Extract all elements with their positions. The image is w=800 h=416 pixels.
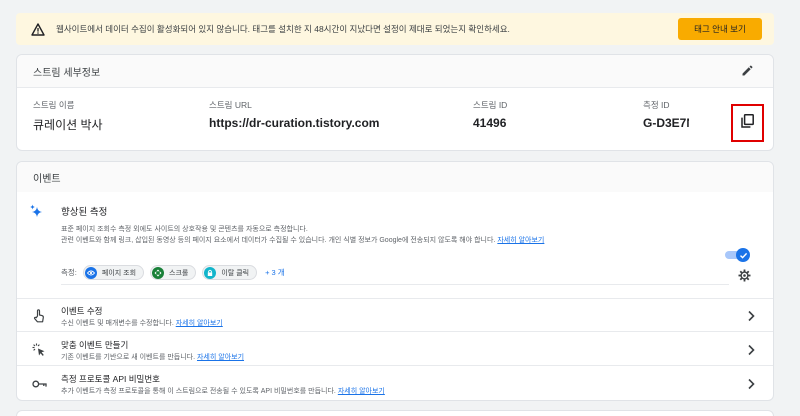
page-view-chip: 페이지 조회 xyxy=(82,265,145,280)
measurement-id-field: 측정 ID G-D3E7N xyxy=(643,99,689,130)
key-icon xyxy=(31,376,47,392)
more-events-link[interactable]: + 3 개 xyxy=(265,267,285,278)
measurement-id-label: 측정 ID xyxy=(643,100,670,110)
measurement-protocol-title: 측정 프로토콜 API 비밀번호 xyxy=(61,374,160,384)
view-tag-instructions-button[interactable]: 태그 안내 보기 xyxy=(678,18,762,40)
stream-id-value: 41496 xyxy=(473,116,507,130)
eye-icon xyxy=(84,266,97,279)
stream-details-header: 스트림 세부정보 xyxy=(17,55,773,88)
outbound-click-chip: 이탈 클릭 xyxy=(202,265,258,280)
events-title: 이벤트 xyxy=(33,173,61,185)
warning-icon xyxy=(30,21,46,37)
events-card: 이벤트 향상된 측정 표준 페이지 조회수 측정 외에도 사이트의 상호작용 및… xyxy=(16,161,774,401)
scroll-chip: 스크롤 xyxy=(150,265,197,280)
sparkle-click-icon xyxy=(31,342,47,358)
enhanced-measurement-toggle[interactable] xyxy=(725,248,750,262)
modify-events-description: 수신 이벤트 및 매개변수를 수정합니다. 자세히 알아보기 xyxy=(61,318,223,328)
lock-link-icon xyxy=(204,266,217,279)
chevron-right-icon xyxy=(745,343,757,357)
setup-warning-banner: 웹사이트에서 데이터 수집이 활성화되어 있지 않습니다. 태그를 설치한 지 … xyxy=(16,13,774,45)
measure-label: 측정: xyxy=(61,268,77,277)
create-custom-event-description: 기존 이벤트를 기반으로 새 이벤트를 만듭니다. 자세히 알아보기 xyxy=(61,352,244,362)
stream-name-value: 큐레이션 박사 xyxy=(33,118,103,132)
events-header: 이벤트 xyxy=(17,162,773,192)
measurement-protocol-row[interactable]: 측정 프로토콜 API 비밀번호 추가 이벤트가 측정 프로토콜을 통해 이 스… xyxy=(17,367,773,400)
learn-more-link[interactable]: 자세히 알아보기 xyxy=(497,237,544,244)
enhanced-measurement-title: 향상된 측정 xyxy=(61,207,108,218)
toggle-knob xyxy=(736,248,750,262)
measurement-id-value: G-D3E7N xyxy=(643,116,689,130)
page-view-chip-label: 페이지 조회 xyxy=(101,269,137,277)
measured-events-chips: 측정: 페이지 조회 스크롤 이탈 클릭 + 3 개 xyxy=(61,265,285,280)
next-section-card xyxy=(16,410,774,416)
scroll-arrows-icon xyxy=(152,266,165,279)
section-divider xyxy=(61,284,729,285)
chevron-right-icon xyxy=(745,309,757,323)
modify-events-desc-text: 수신 이벤트 및 매개변수를 수정합니다. xyxy=(61,320,174,327)
copy-icon xyxy=(741,113,754,133)
description-line-1: 표준 페이지 조회수 측정 외에도 사이트의 상호작용 및 콘텐츠를 자동으로 … xyxy=(61,226,308,233)
stream-details-title: 스트림 세부정보 xyxy=(33,67,101,79)
stream-details-card: 스트림 세부정보 스트림 이름 큐레이션 박사 스트림 URL https://… xyxy=(16,54,774,151)
touch-icon xyxy=(31,308,47,324)
sparkle-icon xyxy=(29,204,45,225)
outbound-click-chip-label: 이탈 클릭 xyxy=(221,269,250,277)
edit-icon[interactable] xyxy=(737,61,757,81)
modify-events-learn-more-link[interactable]: 자세히 알아보기 xyxy=(176,320,223,327)
gear-icon[interactable] xyxy=(734,265,754,285)
modify-events-title: 이벤트 수정 xyxy=(61,306,103,316)
measurement-protocol-desc-text: 추가 이벤트가 측정 프로토콜을 통해 이 스트림으로 전송될 수 있도록 AP… xyxy=(61,388,336,395)
stream-url-field: 스트림 URL https://dr-curation.tistory.com xyxy=(209,99,379,130)
banner-message: 웹사이트에서 데이터 수집이 활성화되어 있지 않습니다. 태그를 설치한 지 … xyxy=(56,24,510,34)
scroll-chip-label: 스크롤 xyxy=(169,269,189,277)
enhanced-measurement-description: 표준 페이지 조회수 측정 외에도 사이트의 상호작용 및 콘텐츠를 자동으로 … xyxy=(61,224,544,246)
create-custom-event-learn-more-link[interactable]: 자세히 알아보기 xyxy=(197,354,244,361)
create-custom-event-row[interactable]: 맞춤 이벤트 만들기 기존 이벤트를 기반으로 새 이벤트를 만듭니다. 자세히… xyxy=(17,333,773,366)
chevron-right-icon xyxy=(745,377,757,391)
measurement-protocol-description: 추가 이벤트가 측정 프로토콜을 통해 이 스트림으로 전송될 수 있도록 AP… xyxy=(61,386,385,396)
create-custom-event-desc-text: 기존 이벤트를 기반으로 새 이벤트를 만듭니다. xyxy=(61,354,196,361)
stream-name-field: 스트림 이름 큐레이션 박사 xyxy=(33,99,103,133)
create-custom-event-title: 맞춤 이벤트 만들기 xyxy=(61,340,129,350)
stream-id-field: 스트림 ID 41496 xyxy=(473,99,507,130)
stream-url-label: 스트림 URL xyxy=(209,100,252,110)
enhanced-measurement-section: 향상된 측정 표준 페이지 조회수 측정 외에도 사이트의 상호작용 및 콘텐츠… xyxy=(17,192,773,299)
measurement-protocol-learn-more-link[interactable]: 자세히 알아보기 xyxy=(338,388,385,395)
copy-measurement-id-button[interactable] xyxy=(731,104,764,142)
modify-events-row[interactable]: 이벤트 수정 수신 이벤트 및 매개변수를 수정합니다. 자세히 알아보기 xyxy=(17,299,773,332)
stream-url-value: https://dr-curation.tistory.com xyxy=(209,116,380,130)
stream-id-label: 스트림 ID xyxy=(473,100,508,110)
description-line-2: 관련 이벤트와 함께 링크, 삽입된 동영상 등의 페이지 요소에서 데이터가 … xyxy=(61,237,496,244)
stream-name-label: 스트림 이름 xyxy=(33,100,75,110)
